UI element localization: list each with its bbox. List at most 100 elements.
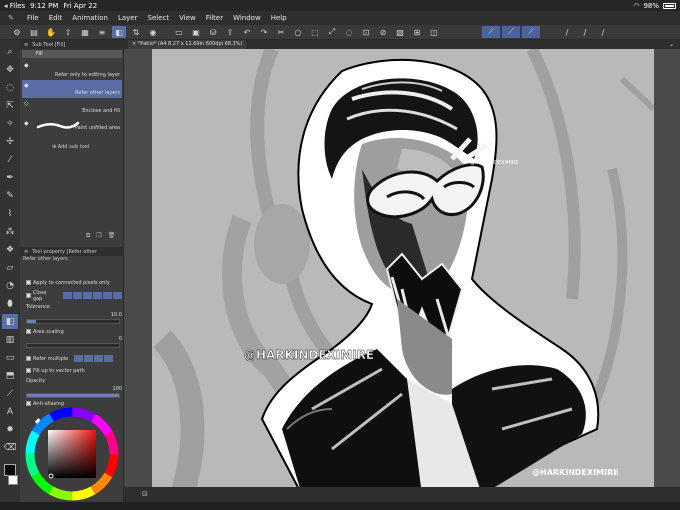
correct-line-icon[interactable]: ⌫ xyxy=(2,440,18,455)
select-rect-icon[interactable]: ⬚ xyxy=(308,26,322,38)
pen-size-icon[interactable]: ∕ xyxy=(596,26,610,38)
color-wheel[interactable] xyxy=(24,406,120,502)
swap-icon[interactable]: ⇅ xyxy=(129,26,143,38)
sub-tool-enclose-fill[interactable]: ◇ Enclose and fill xyxy=(22,98,122,118)
droplet-icon[interactable]: ⬮ xyxy=(2,296,18,311)
layers-icon[interactable]: ▤ xyxy=(27,26,41,38)
panel-menu-icon[interactable]: ≡ xyxy=(24,249,28,255)
menu-edit[interactable]: Edit xyxy=(44,14,68,22)
fill-icon[interactable]: ▧ xyxy=(393,26,407,38)
brush-icon[interactable]: ⌇ xyxy=(2,206,18,221)
close-tab-icon[interactable]: × xyxy=(132,41,136,47)
undo-icon[interactable]: ↶ xyxy=(240,26,254,38)
trash-icon[interactable]: 🗑 xyxy=(108,232,116,240)
pen-tilt-icon[interactable]: ∕ xyxy=(578,26,592,38)
redo-icon[interactable]: ↷ xyxy=(257,26,271,38)
decoration-icon[interactable]: ❖ xyxy=(2,242,18,257)
blend-icon[interactable]: ◔ xyxy=(2,278,18,293)
pencil-icon[interactable]: ✎ xyxy=(2,188,18,203)
zoom-icon[interactable]: ⌕ xyxy=(2,44,18,59)
stabilizer-2-icon[interactable]: ⟋ xyxy=(502,26,520,38)
stabilizer-1-icon[interactable]: ⟋ xyxy=(482,26,500,38)
crop-icon[interactable]: ⊡ xyxy=(359,26,373,38)
frame-icon[interactable]: ⬒ xyxy=(2,368,18,383)
airbrush-icon[interactable]: ⁂ xyxy=(2,224,18,239)
export-icon[interactable]: ⇪ xyxy=(223,26,237,38)
back-to-files-link[interactable]: ◂ Files xyxy=(4,2,25,10)
eraser-icon[interactable]: ▱ xyxy=(2,260,18,275)
add-sub-tool-button[interactable]: ⊕ Add sub tool xyxy=(52,144,89,150)
circle-icon[interactable]: ○ xyxy=(291,26,305,38)
sub-tool-refer-editing[interactable]: ◆ Refer only to editing layer xyxy=(22,60,122,80)
artwork-canvas[interactable]: @HARKINDEXIMIRE @HARKINDEXIMIRE @HARKIND… xyxy=(152,49,654,495)
new-document-icon[interactable]: ▭ xyxy=(172,26,186,38)
pen-icon[interactable]: ✒ xyxy=(2,170,18,185)
snap-icon[interactable]: ⊞ xyxy=(410,26,424,38)
sub-tool-refer-other[interactable]: ◆ Refer other layers xyxy=(22,80,122,98)
sub-tool-panel-header[interactable]: ≡ Sub Tool [Fill] xyxy=(20,40,124,49)
cut-icon[interactable]: ✂ xyxy=(274,26,288,38)
close-gap-row[interactable]: Close gap xyxy=(26,290,122,302)
sub-color-swatch[interactable] xyxy=(8,475,18,485)
move-icon[interactable]: ✥ xyxy=(2,62,18,77)
eyedropper-icon[interactable]: ⁄ xyxy=(2,152,18,167)
duplicate-icon[interactable]: ⧉ xyxy=(86,232,90,240)
cursor-icon[interactable]: ⇧ xyxy=(61,26,75,38)
text-icon[interactable]: A xyxy=(2,404,18,419)
canvas-menu-icon[interactable]: ⊟ xyxy=(142,490,148,498)
apply-connected-row[interactable]: Apply to connected pixels only xyxy=(26,278,122,287)
menu-filter[interactable]: Filter xyxy=(201,14,228,22)
move-layer-icon[interactable]: ✢ xyxy=(2,134,18,149)
transform-icon[interactable]: ⤢ xyxy=(325,26,339,38)
fill-vector-row[interactable]: Fill up to vector path xyxy=(26,366,122,375)
app-logo-icon[interactable]: ✎ xyxy=(0,14,22,22)
apply-connected-checkbox[interactable] xyxy=(26,280,31,285)
open-icon[interactable]: ▣ xyxy=(189,26,203,38)
stabilizer-3-icon[interactable]: ⟋ xyxy=(522,26,540,38)
panel-menu-icon[interactable]: ≡ xyxy=(24,42,28,48)
opacity-slider[interactable] xyxy=(26,393,120,398)
grid-icon[interactable]: ▦ xyxy=(78,26,92,38)
saturation-value-square[interactable] xyxy=(48,430,96,478)
tolerance-slider[interactable] xyxy=(26,319,120,324)
fill-bucket-icon[interactable]: ◧ xyxy=(112,26,126,38)
document-tab[interactable]: × *Pablo* (A4 8.27 x 11.69in 600dpi 68.3… xyxy=(128,40,247,49)
operation-icon[interactable]: ⇱ xyxy=(2,98,18,113)
ruler-tool-icon[interactable]: ⟋ xyxy=(2,386,18,401)
fill-vector-checkbox[interactable] xyxy=(26,368,31,373)
copy-icon[interactable]: ❐ xyxy=(96,232,101,240)
menu-view[interactable]: View xyxy=(174,14,201,22)
tool-property-header[interactable]: ≡ Tool property [Refer other xyxy=(20,247,124,256)
auto-select-icon[interactable]: ✧ xyxy=(2,116,18,131)
refer-multiple-options[interactable] xyxy=(74,355,114,362)
refer-multiple-checkbox[interactable] xyxy=(26,356,31,361)
hand-icon[interactable]: ✋ xyxy=(44,26,58,38)
menu-window[interactable]: Window xyxy=(228,14,266,22)
close-gap-levels[interactable] xyxy=(63,292,122,299)
menu-lines-icon[interactable]: ≡ xyxy=(95,26,109,38)
save-icon[interactable]: ⛁ xyxy=(206,26,220,38)
gradient-icon[interactable]: ▥ xyxy=(2,332,18,347)
menu-select[interactable]: Select xyxy=(143,14,175,22)
fill-tool-icon[interactable]: ◧ xyxy=(2,314,18,329)
menu-help[interactable]: Help xyxy=(266,14,292,22)
menu-layer[interactable]: Layer xyxy=(113,14,143,22)
sub-tool-group-tab[interactable]: Fill xyxy=(22,50,122,58)
sub-tool-paint-unfilled[interactable]: ◆ Paint unfilled area xyxy=(22,118,122,134)
lasso-tool-icon[interactable]: ◌ xyxy=(2,80,18,95)
pen-pressure-icon[interactable]: ∕ xyxy=(560,26,574,38)
chevron-down-icon[interactable]: ⌄ xyxy=(669,41,680,48)
close-gap-checkbox[interactable] xyxy=(26,293,31,298)
clear-icon[interactable]: ⊘ xyxy=(376,26,390,38)
refer-multiple-row[interactable]: Refer multiple xyxy=(26,354,122,363)
menu-file[interactable]: File xyxy=(22,14,44,22)
figure-icon[interactable]: ▭ xyxy=(2,350,18,365)
area-scaling-slider[interactable] xyxy=(26,343,120,348)
settings-icon[interactable]: ⚙ xyxy=(10,26,24,38)
ruler-icon[interactable]: ◫ xyxy=(427,26,441,38)
menu-animation[interactable]: Animation xyxy=(67,14,113,22)
artwork-illustration: @HARKINDEXIMIRE @HARKINDEXIMIRE @HARKIND… xyxy=(153,49,654,495)
lasso-icon[interactable]: ◌ xyxy=(342,26,356,38)
camera-icon[interactable]: ◉ xyxy=(146,26,160,38)
balloon-icon[interactable]: ✸ xyxy=(2,422,18,437)
